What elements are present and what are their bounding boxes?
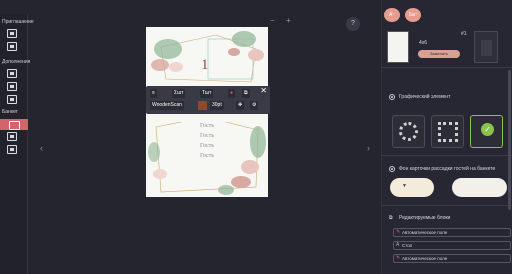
settings-icon[interactable]: ⚙ <box>250 101 259 110</box>
seating-chart-icon[interactable] <box>7 132 17 141</box>
divider <box>381 67 512 68</box>
background-option-floral[interactable] <box>452 178 507 197</box>
next-arrow-icon[interactable]: › <box>367 143 370 153</box>
font-size-button[interactable]: Σ​шт <box>172 89 186 98</box>
sidebar-section-invitation: Приглашение <box>2 19 34 25</box>
background-option-cream[interactable]: ▼ <box>390 178 434 197</box>
card-icon[interactable] <box>7 29 17 38</box>
replace-button[interactable]: Заменить <box>418 50 460 58</box>
divider <box>381 155 512 156</box>
delete-icon[interactable]: ● <box>228 89 236 98</box>
help-button[interactable]: ? <box>346 17 360 31</box>
list-icon[interactable] <box>7 82 17 91</box>
place-card-icon[interactable] <box>7 145 17 154</box>
text-decrease-button[interactable]: A⁻ <box>384 8 400 22</box>
graphic-option-square[interactable] <box>431 115 464 148</box>
align-button[interactable]: ≡ <box>150 89 157 98</box>
pen-icon: ✎ <box>396 229 401 235</box>
sidebar-section-additions: Дополнения <box>2 59 31 65</box>
seating-card-icon[interactable] <box>0 119 28 130</box>
graphic-element-title: Графический элемент <box>399 94 451 100</box>
check-icon: ✓ <box>481 123 494 136</box>
editable-blocks-title: Редактируемые блоки <box>399 215 451 221</box>
editable-field[interactable]: ✎ Автоматическое поле <box>393 228 511 237</box>
left-sidebar: Приглашение Дополнения Банкет <box>0 14 34 274</box>
text-color-swatch[interactable] <box>198 101 207 110</box>
image-icon[interactable] <box>7 95 17 104</box>
pen-icon: ✎ <box>396 255 401 261</box>
zoom-out-icon[interactable]: − <box>270 16 275 25</box>
text-icon: A <box>396 242 400 248</box>
text-toolbar: ✕ ≡ Σ​шт T​шт ● ⧉ WoodenScan 30pt ✥ ⚙ <box>146 86 270 114</box>
text-style-button[interactable]: T​шт <box>200 89 214 98</box>
editable-field[interactable]: ✎ Автоматическое поле <box>393 254 511 263</box>
sidebar-section-banquet: Банкет <box>2 109 18 115</box>
radio-icon[interactable] <box>389 166 395 172</box>
card-background-title: Фон карточки рассадки гостей на банкете <box>399 166 496 172</box>
graphic-option-round[interactable] <box>392 115 425 148</box>
envelope-icon[interactable] <box>7 42 17 51</box>
menu-icon[interactable] <box>7 69 17 78</box>
close-icon[interactable]: ✕ <box>260 86 267 95</box>
panel-scrollbar[interactable] <box>508 70 511 210</box>
font-family-select[interactable]: WoodenScan <box>150 101 184 110</box>
chevron-down-icon: ▼ <box>402 183 407 189</box>
empty-thumbnail[interactable] <box>474 31 498 63</box>
graphic-option-selected[interactable]: ✓ <box>470 115 503 148</box>
text-increase-button[interactable]: Sa⁺ <box>405 8 421 22</box>
font-size-select[interactable]: 30pt <box>210 101 224 110</box>
floral-wreath-bottom <box>148 122 266 195</box>
zoom-in-icon[interactable]: + <box>286 16 291 25</box>
prev-arrow-icon[interactable]: ‹ <box>40 143 43 153</box>
table-number[interactable]: 1 <box>201 57 209 74</box>
thumbnail-number: #1 <box>461 31 467 37</box>
copy-icon[interactable]: ⧉ <box>242 89 250 98</box>
card-thumbnail[interactable] <box>387 31 409 63</box>
editable-blocks-icon: ⧉ <box>389 215 393 221</box>
radio-icon[interactable] <box>389 94 395 100</box>
thumbnail-format: 4x6 <box>419 40 428 46</box>
editable-field[interactable]: A Стол <box>393 241 511 250</box>
divider <box>381 205 512 206</box>
move-icon[interactable]: ✥ <box>236 101 245 110</box>
